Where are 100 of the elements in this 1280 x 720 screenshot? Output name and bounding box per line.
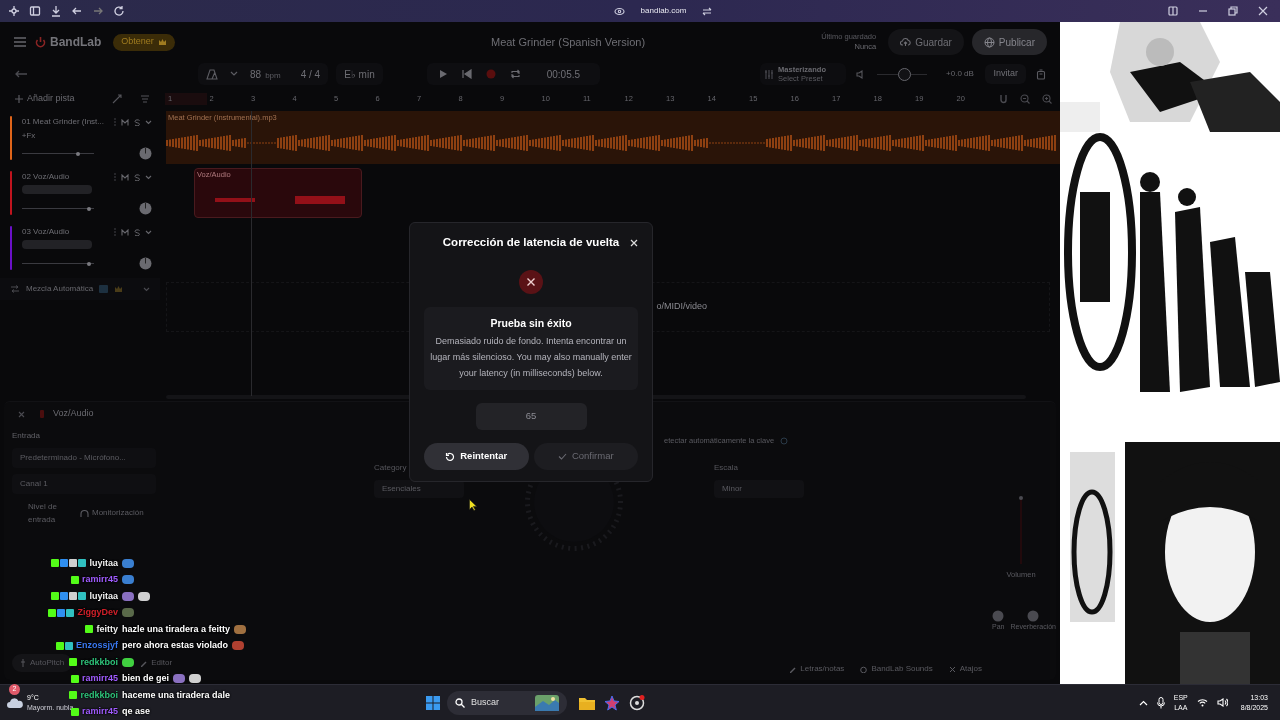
retry-button[interactable]: Reintentar	[424, 443, 529, 470]
chat-username[interactable]: Enzossjyf	[76, 639, 118, 653]
metronome-icon[interactable]	[206, 68, 218, 80]
publish-button[interactable]: Publicar	[971, 29, 1047, 55]
solo-icon[interactable]	[134, 173, 140, 181]
check-icon	[557, 453, 567, 460]
scale-label: Escala	[714, 462, 739, 474]
pan-knob-icon[interactable]	[992, 610, 1005, 623]
extensions-icon[interactable]	[8, 5, 20, 17]
download-icon[interactable]	[50, 5, 62, 17]
split-view-icon[interactable]	[1168, 6, 1178, 16]
chat-username[interactable]: ramirr45	[81, 705, 118, 719]
zoom-in-icon[interactable]	[1042, 94, 1052, 104]
mute-icon[interactable]	[121, 118, 129, 126]
restore-icon[interactable]	[1228, 6, 1238, 16]
track-name[interactable]: 03 Voz/Audio	[22, 226, 70, 238]
magnet-icon[interactable]	[999, 94, 1008, 104]
upgrade-button[interactable]: Obtener	[113, 33, 175, 51]
volume-fader[interactable]	[22, 261, 94, 266]
cloud-icon[interactable]	[6, 696, 24, 709]
category-dropdown[interactable]: Esenciales	[374, 480, 464, 498]
chat-username[interactable]: redkkboi	[80, 655, 118, 669]
add-track-button[interactable]: Añadir pista	[27, 92, 75, 106]
sidebar-icon[interactable]	[29, 5, 41, 17]
pencil-icon	[140, 659, 148, 667]
microphone-icon[interactable]	[1156, 696, 1165, 709]
caret-icon[interactable]	[145, 119, 152, 125]
invite-button[interactable]: Invitar	[985, 64, 1026, 84]
chat-username[interactable]: feitty	[96, 622, 118, 636]
shortcuts-button[interactable]: Atajos	[948, 663, 982, 675]
fader-thumb[interactable]	[76, 151, 81, 156]
input-device-dropdown[interactable]: Predeterminado - Micrófono...	[12, 448, 156, 468]
solo-icon[interactable]	[134, 228, 140, 236]
undo-icon[interactable]	[14, 69, 28, 79]
taskbar-search[interactable]: Buscar	[447, 690, 567, 715]
search-highlight-icon	[535, 694, 559, 711]
wifi-icon[interactable]	[1196, 698, 1208, 707]
chat-username[interactable]: redkkboi	[80, 688, 118, 702]
autopitch-button[interactable]: AutoPitch	[12, 654, 73, 672]
latency-input[interactable]: 65	[475, 403, 587, 430]
pan-knob-icon[interactable]	[139, 257, 152, 270]
back-icon[interactable]	[71, 5, 83, 17]
slider-thumb[interactable]	[897, 67, 911, 81]
mute-icon[interactable]	[121, 173, 129, 181]
volume-icon[interactable]	[1216, 698, 1228, 707]
zoom-out-icon[interactable]	[1020, 94, 1030, 104]
play-icon[interactable]	[438, 69, 448, 79]
pan-knob-icon[interactable]	[139, 202, 152, 215]
address-bar-url[interactable]: bandlab.com	[640, 5, 687, 17]
add-effects-button[interactable]: +Fx	[21, 130, 152, 142]
tempo-value[interactable]: 88	[250, 66, 262, 82]
sounds-button[interactable]: BandLab Sounds	[860, 663, 933, 675]
key-button[interactable]: E♭ min	[336, 63, 383, 85]
skip-back-icon[interactable]	[461, 69, 472, 79]
clipboard-icon[interactable]	[1036, 68, 1046, 80]
forward-icon[interactable]	[92, 5, 104, 17]
channel-dropdown[interactable]: Canal 1	[12, 474, 156, 494]
chat-username[interactable]: ramirr45	[81, 573, 118, 587]
caret-icon[interactable]	[145, 229, 152, 235]
folder-icon[interactable]	[579, 695, 595, 710]
save-button[interactable]: Guardar	[888, 29, 964, 55]
plus-icon[interactable]	[15, 95, 23, 103]
caret-icon[interactable]	[145, 174, 152, 180]
reload-icon[interactable]	[113, 5, 125, 17]
fader-thumb[interactable]	[86, 206, 91, 211]
solo-icon[interactable]	[134, 118, 140, 126]
scale-dropdown[interactable]: Minor	[714, 480, 804, 498]
track-name[interactable]: 01 Meat Grinder (Inst...	[21, 116, 104, 128]
chat-username[interactable]: ZiggyDev	[77, 606, 118, 620]
chat-message: haceme una tiradera dale	[122, 688, 231, 702]
chat-username[interactable]: luyitaa	[89, 556, 118, 570]
track-name[interactable]: 02 Voz/Audio	[22, 171, 70, 183]
caret-icon[interactable]	[143, 286, 150, 292]
start-icon[interactable]	[426, 695, 440, 710]
monitoring-toggle[interactable]: Monitorización	[80, 507, 144, 519]
mute-icon[interactable]	[121, 228, 129, 236]
volume-fader[interactable]	[22, 206, 94, 211]
pan-knob-icon[interactable]	[139, 147, 152, 160]
chat-username[interactable]: luyitaa	[89, 589, 118, 603]
editor-tab[interactable]: Editor	[140, 657, 173, 669]
time-signature[interactable]: 4 / 4	[300, 66, 321, 82]
shuffle-icon[interactable]	[10, 285, 20, 293]
playback-time: 00:05.5	[546, 67, 581, 82]
globe-icon	[983, 36, 995, 48]
star-app-icon[interactable]	[604, 694, 620, 711]
menu-icon[interactable]	[13, 36, 27, 48]
site-info-icon[interactable]	[613, 6, 625, 16]
caret-icon[interactable]	[230, 71, 238, 77]
fader-thumb[interactable]	[86, 261, 91, 266]
input-label: Entrada	[12, 430, 42, 442]
wand-icon[interactable]	[112, 94, 122, 104]
tuning-icon	[20, 659, 26, 667]
swap-icon[interactable]	[702, 6, 713, 16]
recording-app-icon[interactable]	[629, 694, 645, 711]
chat-username[interactable]: ramirr45	[81, 672, 118, 686]
lyrics-button[interactable]: Letras/notas	[789, 663, 845, 675]
reverb-knob-icon[interactable]	[1027, 610, 1040, 623]
chevron-up-icon[interactable]	[1138, 699, 1148, 706]
microphone-icon	[39, 410, 45, 418]
loop-icon[interactable]	[509, 69, 521, 79]
